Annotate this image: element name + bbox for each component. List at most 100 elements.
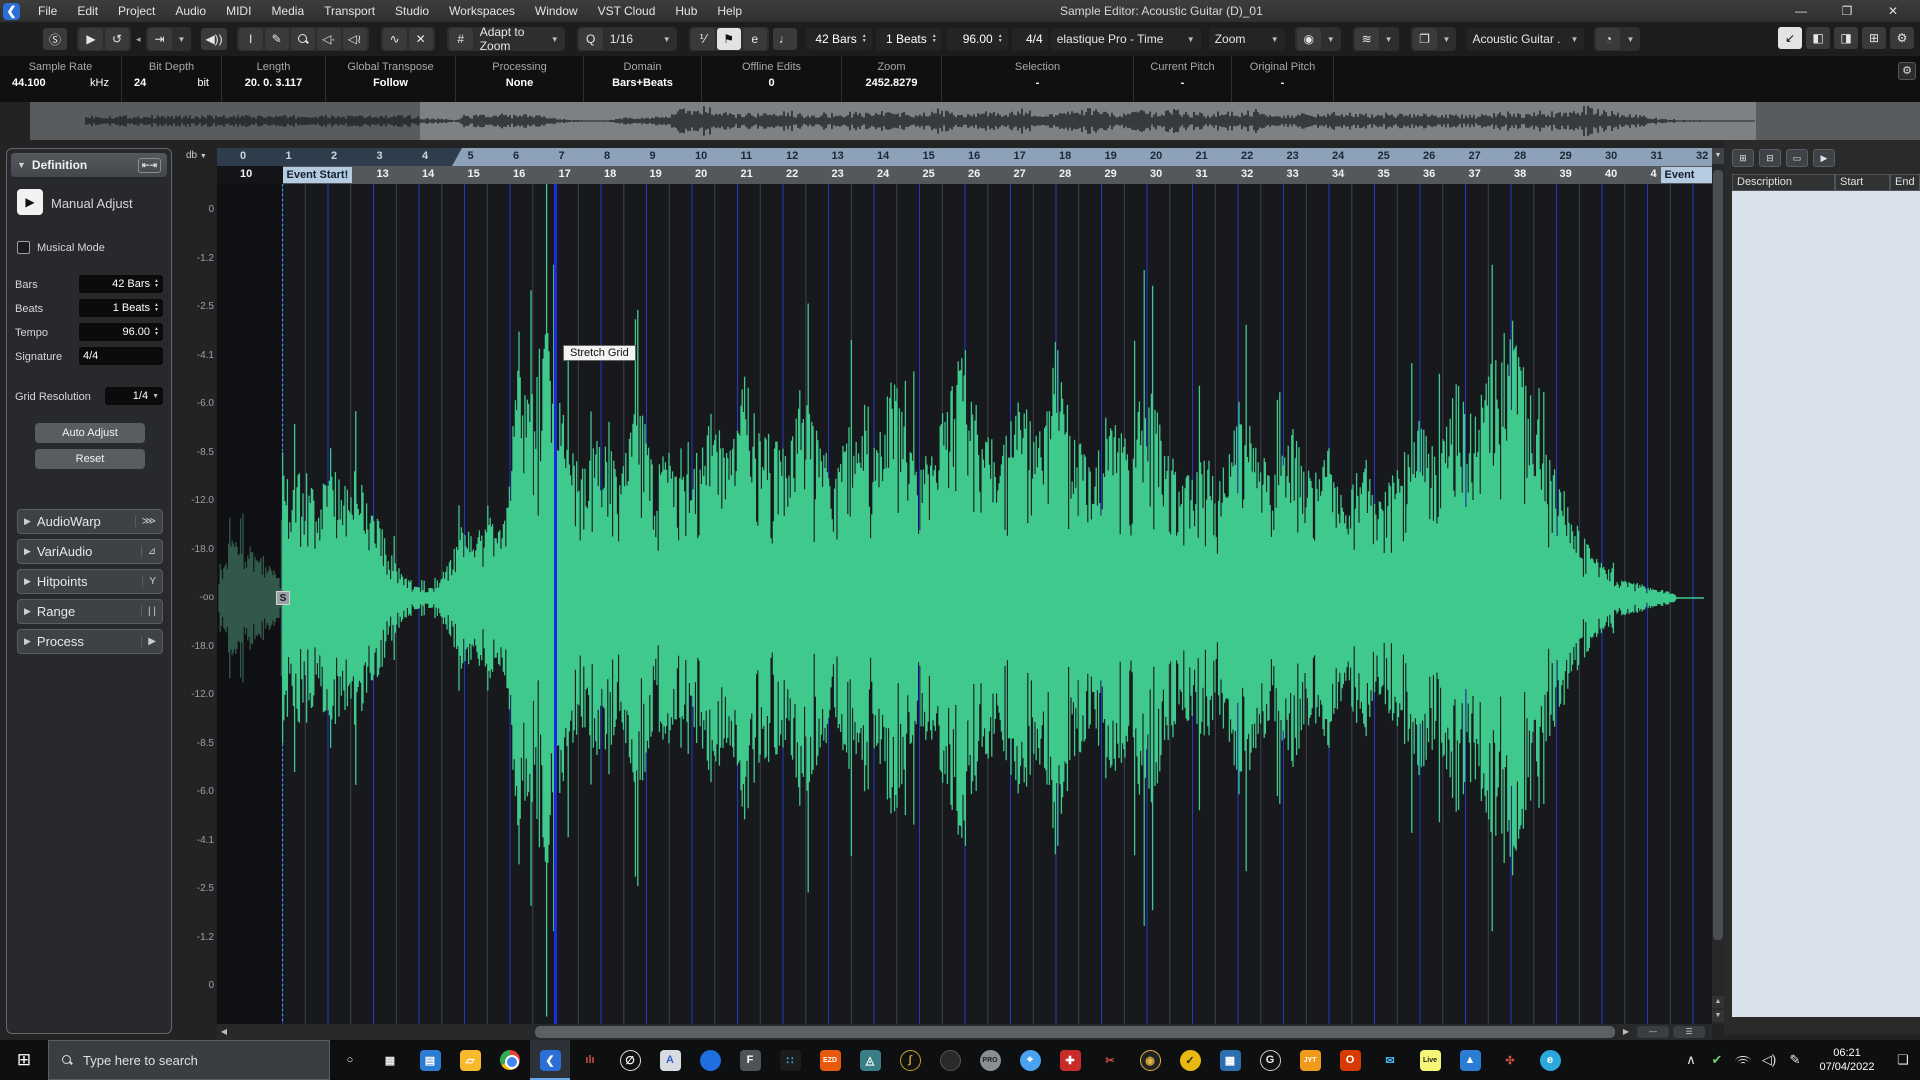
grid-app-icon[interactable]: ∷	[770, 1040, 810, 1080]
info-selection[interactable]: Selection-	[942, 56, 1134, 102]
levels-icon[interactable]: ılı	[570, 1040, 610, 1080]
waveform-overview[interactable]	[30, 102, 1920, 140]
menu-window[interactable]: Window	[525, 4, 588, 18]
chevron-down-icon[interactable]: ▼	[173, 35, 191, 44]
metronome-icon[interactable]: ◬	[850, 1040, 890, 1080]
office-icon[interactable]: O	[1330, 1040, 1370, 1080]
signature-field[interactable]: 4/4	[1012, 28, 1048, 50]
waveform-display[interactable]	[217, 184, 1712, 1024]
section-variaudio[interactable]: ▶VariAudio⊿	[17, 539, 163, 564]
pen-icon[interactable]: ✎	[1782, 1040, 1808, 1080]
hidden-icons-chevron[interactable]: ∧	[1678, 1040, 1704, 1080]
show-left-zone-button[interactable]: ◧	[1806, 27, 1830, 49]
spinner-icon[interactable]: ▲▼	[154, 303, 159, 313]
vertical-scrollbar-thumb[interactable]	[1713, 170, 1723, 940]
info-bit-depth[interactable]: Bit Depth24bit	[122, 56, 222, 102]
bars-field[interactable]: 42 Bars▲▼	[806, 28, 872, 50]
window-layout-button[interactable]: ❐	[1413, 28, 1437, 50]
beats-field[interactable]: 1 Beats▲▼	[876, 28, 942, 50]
chevron-down-icon[interactable]: ▼	[658, 35, 676, 44]
regions-table-body[interactable]	[1732, 191, 1920, 1017]
show-right-zone-button[interactable]: ◨	[1834, 27, 1858, 49]
info-processing[interactable]: ProcessingNone	[456, 56, 584, 102]
drone-icon[interactable]: ✣	[1490, 1040, 1530, 1080]
document-icon[interactable]: A	[650, 1040, 690, 1080]
select-region-button[interactable]: ▭	[1786, 149, 1808, 167]
pin-app-icon[interactable]: ⌖	[1010, 1040, 1050, 1080]
notification-center-icon[interactable]: ❏	[1886, 1040, 1920, 1080]
gold-badge-icon[interactable]: ◉	[1130, 1040, 1170, 1080]
zoom-mode-dropdown[interactable]: Zoom▼	[1209, 28, 1285, 50]
reset-button[interactable]: Reset	[35, 449, 145, 469]
scroll-right-arrow[interactable]: ▶	[1619, 1025, 1633, 1039]
start-button[interactable]: ⊞	[0, 1040, 48, 1080]
midi-ox-icon[interactable]: ✚	[1050, 1040, 1090, 1080]
grid-type-dropdown[interactable]: Adapt to Zoom	[474, 25, 546, 53]
dim-circle-icon[interactable]	[930, 1040, 970, 1080]
manual-adjust-button[interactable]: ▶	[17, 189, 43, 215]
ezdrummer-icon[interactable]: EZD	[810, 1040, 850, 1080]
quantize-button[interactable]: Q	[579, 28, 603, 50]
scrub-tool[interactable]: ◁≀	[343, 28, 367, 50]
task-view-icon[interactable]: ▦	[370, 1040, 410, 1080]
taskbar-search-box[interactable]: Type here to search	[48, 1040, 330, 1080]
cubase-icon[interactable]: ❮	[530, 1040, 570, 1080]
setup-window-layout-button[interactable]: ⊞	[1862, 27, 1886, 49]
scroll-left-arrow[interactable]: ◀	[217, 1025, 231, 1039]
defender-icon[interactable]: ✔	[1704, 1040, 1730, 1080]
taskbar-clock[interactable]: 06:2107/04/2022	[1808, 1046, 1886, 1074]
section-range[interactable]: ▶Range| |	[17, 599, 163, 624]
vertical-zoom-out-icon[interactable]: ▼	[1712, 1010, 1724, 1022]
draw-tool[interactable]: ✎	[265, 28, 289, 50]
minimize-button[interactable]: —	[1778, 0, 1824, 22]
restore-button[interactable]: ❐	[1824, 0, 1870, 22]
zoom-out-mini-button[interactable]: —	[1637, 1026, 1669, 1038]
jyt-shield-icon[interactable]: JYT	[1290, 1040, 1330, 1080]
play-button[interactable]: ▶	[79, 28, 103, 50]
menu-audio[interactable]: Audio	[165, 4, 216, 18]
grid-resolution-dropdown[interactable]: 1/4 ▼	[105, 387, 163, 405]
variaudio-icon[interactable]: ⊿	[141, 546, 156, 557]
menu-vst-cloud[interactable]: VST Cloud	[588, 4, 666, 18]
event-end-marker[interactable]: Event End	[1661, 167, 1713, 183]
g-circle-icon[interactable]: G	[1250, 1040, 1290, 1080]
zoom-tool[interactable]	[291, 28, 315, 50]
grid-button[interactable]: #	[449, 28, 473, 50]
ruler-bars[interactable]: 0123456789101112131415161718192021222324…	[217, 148, 1712, 166]
regions-header-start[interactable]: Start	[1835, 174, 1890, 191]
layer-options-button[interactable]: ≋	[1355, 28, 1379, 50]
vertical-zoom-in-icon[interactable]: ▲	[1712, 996, 1724, 1008]
menu-edit[interactable]: Edit	[67, 4, 108, 18]
loop-button[interactable]: ↺	[105, 28, 129, 50]
signature-field[interactable]: 4/4	[79, 347, 163, 365]
ableton-live-icon[interactable]: Live	[1410, 1040, 1450, 1080]
definition-section-header[interactable]: ▼ Definition ⇤⇥	[11, 153, 167, 177]
play-region-button[interactable]: ▶	[1813, 149, 1835, 167]
autoscroll-button[interactable]: ⇥	[148, 28, 172, 50]
toolbar-settings-button[interactable]: ⚙	[1890, 27, 1914, 49]
horizontal-scrollbar[interactable]: ◀ ▶ — ☰	[217, 1024, 1712, 1040]
chevron-down-icon[interactable]: ▼	[1621, 35, 1639, 44]
zoom-preset-mini-button[interactable]: ☰	[1673, 1026, 1705, 1038]
view-options-button[interactable]: ◉	[1297, 28, 1321, 50]
section-audiowarp[interactable]: ▶AudioWarp⋙	[17, 509, 163, 534]
regions-header-end[interactable]: End	[1890, 174, 1920, 191]
scissors-icon[interactable]: ✂	[1090, 1040, 1130, 1080]
track-dropdown[interactable]: Acoustic Guitar .▼	[1466, 28, 1584, 50]
snap-button[interactable]: ✕	[409, 28, 433, 50]
range-selection-tool[interactable]: I	[239, 28, 263, 50]
quantize-dropdown[interactable]: 1/16	[604, 32, 639, 46]
pro-globe-icon[interactable]: PRO	[970, 1040, 1010, 1080]
menu-workspaces[interactable]: Workspaces	[439, 4, 525, 18]
info-offline-edits[interactable]: Offline Edits0	[702, 56, 842, 102]
beats-field[interactable]: 1 Beats▲▼	[79, 299, 163, 317]
chrome-icon[interactable]	[490, 1040, 530, 1080]
menu-media[interactable]: Media	[261, 4, 314, 18]
musical-mode-checkbox[interactable]	[17, 241, 30, 254]
menu-studio[interactable]: Studio	[385, 4, 439, 18]
open-in-lower-zone-button[interactable]: ↙	[1778, 27, 1802, 49]
close-button[interactable]: ✕	[1870, 0, 1916, 22]
sphere-icon[interactable]	[690, 1040, 730, 1080]
snap-zero-crossing-button[interactable]: ∿	[383, 28, 407, 50]
chevron-down-icon[interactable]: ▼	[1438, 35, 1456, 44]
